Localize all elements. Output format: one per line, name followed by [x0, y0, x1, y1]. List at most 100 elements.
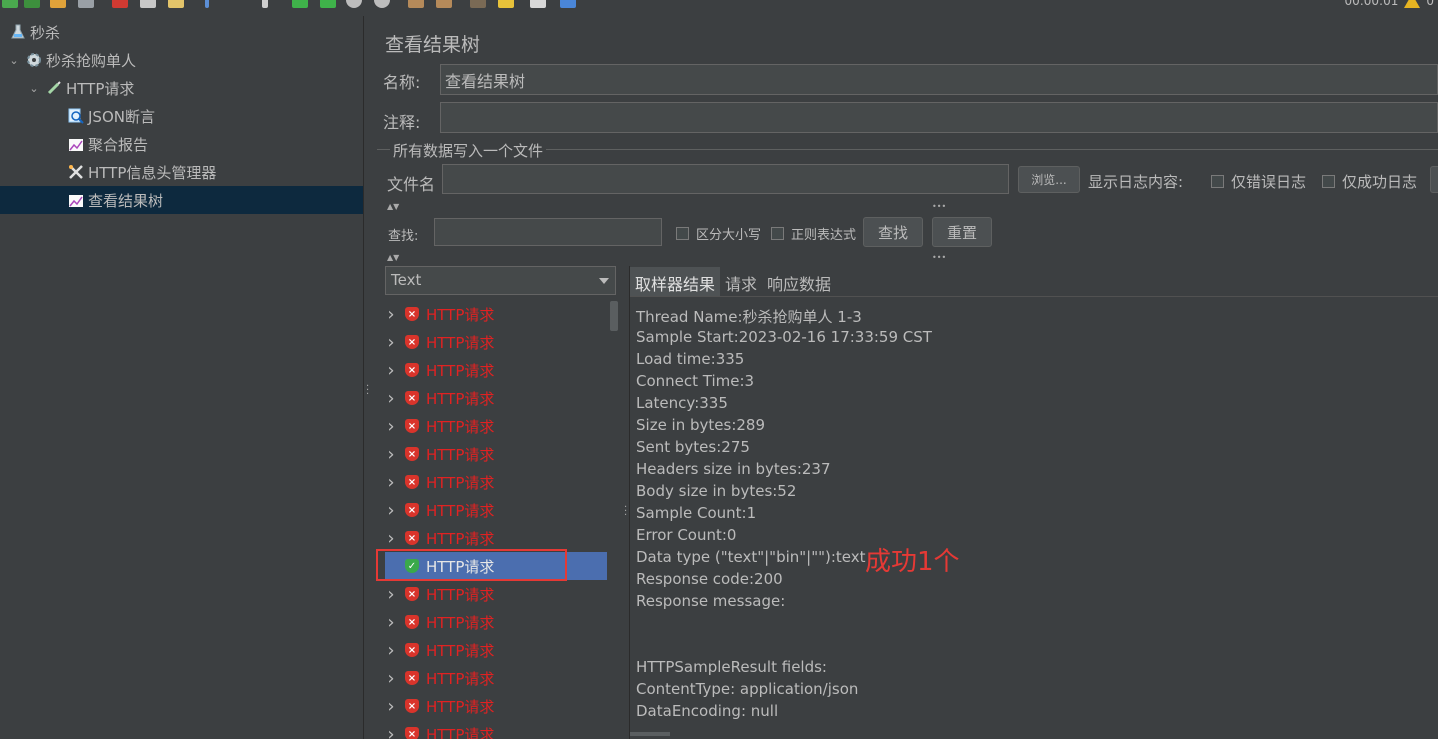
tree-item-http-request[interactable]: ⌄ HTTP请求 — [0, 74, 363, 102]
clear-all-icon[interactable] — [436, 0, 452, 8]
detail-line: Headers size in bytes:237 — [636, 460, 831, 478]
renderer-select[interactable]: Text — [385, 266, 616, 295]
warning-icon[interactable] — [1404, 0, 1421, 8]
splitter-grip-icon[interactable]: ••• — [932, 253, 946, 262]
result-item[interactable]: › × HTTP请求 — [385, 720, 607, 739]
result-item[interactable]: › × HTTP请求 — [385, 692, 607, 720]
search-splitter[interactable]: ▲▼ ••• — [385, 202, 1438, 211]
result-item[interactable]: › × HTTP请求 — [385, 664, 607, 692]
main-splitter[interactable] — [363, 16, 372, 739]
checkbox-box[interactable] — [771, 227, 784, 240]
scrollbar-thumb[interactable] — [610, 301, 618, 331]
result-item[interactable]: › × HTTP请求 — [385, 356, 607, 384]
checkbox-label: 仅成功日志 — [1342, 173, 1418, 191]
chevron-right-icon[interactable]: › — [385, 332, 397, 353]
cut-icon[interactable] — [112, 0, 128, 8]
tree-item-aggregate-report[interactable]: 聚合报告 — [0, 130, 363, 158]
collapse-arrows-icon[interactable]: ▲▼ — [387, 253, 399, 262]
chevron-right-icon[interactable]: › — [385, 500, 397, 521]
open-icon[interactable] — [50, 0, 66, 8]
chevron-right-icon[interactable]: › — [385, 416, 397, 437]
collapse-arrows-icon[interactable]: ▲▼ — [387, 202, 399, 211]
chevron-right-icon[interactable]: › — [385, 472, 397, 493]
result-label: HTTP请求 — [426, 361, 495, 380]
chevron-down-icon[interactable] — [599, 278, 609, 284]
help-icon[interactable] — [560, 0, 576, 8]
result-label: HTTP请求 — [426, 725, 495, 739]
comment-field[interactable] — [440, 102, 1438, 133]
chevron-right-icon[interactable]: › — [385, 724, 397, 739]
splitter-grip-icon[interactable]: ••• — [932, 202, 946, 211]
result-item[interactable]: › × HTTP请求 — [385, 440, 607, 468]
result-item[interactable]: › × HTTP请求 — [385, 636, 607, 664]
chevron-right-icon[interactable]: › — [385, 612, 397, 633]
start-no-pause-icon[interactable] — [320, 0, 336, 8]
result-item[interactable]: › × HTTP请求 — [385, 384, 607, 412]
result-item[interactable]: › × HTTP请求 — [385, 580, 607, 608]
only-errors-checkbox[interactable]: 仅错误日志 — [1211, 171, 1306, 192]
tree-item-json-assertion[interactable]: JSON断言 — [0, 102, 363, 130]
chevron-right-icon[interactable]: › — [385, 388, 397, 409]
result-item[interactable]: › × HTTP请求 — [385, 496, 607, 524]
save-icon[interactable] — [78, 0, 94, 8]
chevron-right-icon[interactable]: › — [385, 640, 397, 661]
tree-item-thread-group[interactable]: ⌄ 秒杀抢购单人 — [0, 46, 363, 74]
configure-button[interactable] — [1430, 166, 1438, 193]
expand-icon[interactable] — [205, 0, 209, 8]
regex-checkbox[interactable]: 正则表达式 — [771, 224, 856, 243]
shutdown-icon[interactable] — [374, 0, 390, 8]
chevron-right-icon[interactable]: › — [385, 668, 397, 689]
templates-icon[interactable] — [24, 0, 40, 8]
tab-sampler-result[interactable]: 取样器结果 — [630, 267, 721, 296]
chevron-right-icon[interactable]: › — [385, 696, 397, 717]
results-splitter[interactable]: ▲▼ ••• — [385, 253, 1438, 262]
result-item[interactable]: › × HTTP请求 — [385, 608, 607, 636]
case-sensitive-checkbox[interactable]: 区分大小写 — [676, 224, 761, 243]
warning-count: 0 — [1426, 0, 1434, 8]
result-item[interactable]: › × HTTP请求 — [385, 300, 607, 328]
stop-icon[interactable] — [346, 0, 362, 8]
only-success-checkbox[interactable]: 仅成功日志 — [1322, 171, 1417, 192]
tree-item-test-plan[interactable]: 秒杀 — [0, 18, 363, 46]
splitter-grip-icon[interactable]: · · · — [366, 382, 369, 400]
chevron-right-icon[interactable]: › — [385, 584, 397, 605]
browse-button[interactable]: 浏览... — [1018, 166, 1080, 193]
paste-icon[interactable] — [168, 0, 184, 8]
tree-item-view-results-tree[interactable]: 查看结果树 — [0, 186, 363, 214]
splitter-grip-icon[interactable]: · · · — [624, 503, 627, 521]
filename-field[interactable] — [442, 164, 1009, 194]
chevron-right-icon[interactable]: › — [385, 360, 397, 381]
clear-icon[interactable] — [408, 0, 424, 8]
chevron-down-icon[interactable]: ⌄ — [28, 82, 40, 95]
result-item[interactable]: › × HTTP请求 — [385, 468, 607, 496]
result-item[interactable]: › × HTTP请求 — [385, 412, 607, 440]
search-icon[interactable] — [470, 0, 486, 8]
reset-search-icon[interactable] — [498, 0, 514, 8]
result-item[interactable]: › × HTTP请求 — [385, 328, 607, 356]
reset-button[interactable]: 重置 — [932, 217, 992, 247]
toggle-icon[interactable] — [262, 0, 268, 8]
error-shield-icon: × — [405, 699, 419, 713]
error-shield-icon: × — [405, 587, 419, 601]
tab-response-data[interactable]: 响应数据 — [762, 267, 836, 296]
chevron-down-icon[interactable]: ⌄ — [8, 54, 20, 67]
result-label: HTTP请求 — [426, 389, 495, 408]
chevron-right-icon[interactable]: › — [385, 444, 397, 465]
copy-icon[interactable] — [140, 0, 156, 8]
checkbox-box[interactable] — [676, 227, 689, 240]
chevron-right-icon[interactable]: › — [385, 304, 397, 325]
tab-request[interactable]: 请求 — [720, 267, 762, 296]
find-button[interactable]: 查找 — [863, 217, 923, 247]
result-item[interactable]: › × HTTP请求 — [385, 524, 607, 552]
error-shield-icon: × — [405, 391, 419, 405]
search-input[interactable] — [434, 218, 662, 246]
new-icon[interactable] — [2, 0, 18, 8]
chevron-right-icon[interactable]: › — [385, 528, 397, 549]
name-field[interactable] — [440, 64, 1438, 95]
function-helper-icon[interactable] — [530, 0, 546, 8]
details-hscroll-thumb[interactable] — [630, 732, 670, 736]
start-icon[interactable] — [292, 0, 308, 8]
tree-item-header-manager[interactable]: HTTP信息头管理器 — [0, 158, 363, 186]
checkbox-box[interactable] — [1211, 175, 1224, 188]
checkbox-box[interactable] — [1322, 175, 1335, 188]
